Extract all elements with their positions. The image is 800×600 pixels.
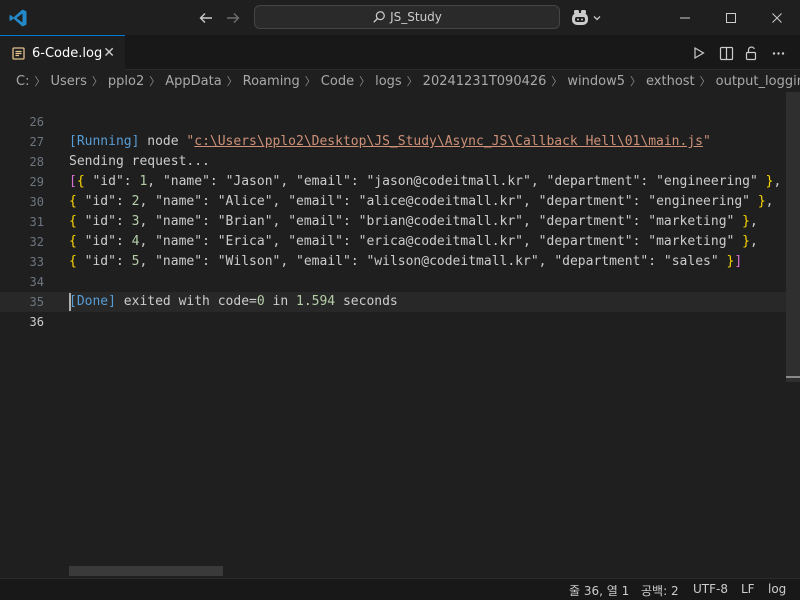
chevron-right-icon: 〉 xyxy=(91,75,103,88)
split-editor-icon[interactable] xyxy=(716,43,736,63)
end-of-line[interactable]: LF xyxy=(741,582,755,596)
breadcrumb: C: 〉 Users 〉 pplo2 〉 AppData 〉 Roaming 〉 Code… xyxy=(0,70,800,92)
breadcrumb-item[interactable]: AppData xyxy=(165,74,221,89)
chevron-right-icon: 〉 xyxy=(551,75,563,88)
vscode-logo-icon[interactable] xyxy=(8,8,28,28)
close-icon[interactable]: ✕ xyxy=(103,45,115,61)
tab-6-code-log[interactable]: 6-Code.log ✕ xyxy=(0,35,125,70)
tab-label: 6-Code.log xyxy=(32,45,103,61)
indentation[interactable]: 공백: 2 xyxy=(641,582,679,599)
arrow-right-icon[interactable] xyxy=(224,9,242,27)
unlock-icon[interactable] xyxy=(741,43,761,63)
code-line: 26 [Running] node "c:\Users\pplo2\Deskto… xyxy=(0,92,800,149)
copilot-icon[interactable] xyxy=(570,8,604,28)
chevron-right-icon: 〉 xyxy=(149,75,161,88)
code-line: 36 xyxy=(0,292,800,329)
command-center-search[interactable]: JS_Study xyxy=(254,5,560,29)
more-icon[interactable] xyxy=(768,43,788,63)
editor-area[interactable]: 26 [Running] node "c:\Users\pplo2\Deskto… xyxy=(0,92,800,578)
code-line: 30 { "id": 3, "name": "Brian", "email": … xyxy=(0,172,800,229)
breadcrumb-item[interactable]: C: xyxy=(16,74,29,89)
chevron-right-icon: 〉 xyxy=(406,75,418,88)
chevron-right-icon: 〉 xyxy=(34,75,46,88)
scrollbar-thumb[interactable] xyxy=(786,92,800,382)
chevron-down-icon xyxy=(593,16,601,21)
breadcrumb-item[interactable]: pplo2 xyxy=(108,74,144,89)
code-line: 29 { "id": 2, "name": "Alice", "email": … xyxy=(0,152,800,209)
maximize-button[interactable] xyxy=(708,0,754,35)
vertical-scrollbar[interactable] xyxy=(786,92,800,578)
log-file-icon xyxy=(12,46,25,60)
code-line: 31 { "id": 4, "name": "Erica", "email": … xyxy=(0,192,800,249)
run-icon[interactable] xyxy=(689,43,709,63)
search-icon xyxy=(373,11,385,23)
code-line: 28 [{ "id": 1, "name": "Jason", "email":… xyxy=(0,132,800,189)
breadcrumb-item[interactable]: 20241231T090426 xyxy=(423,74,547,89)
search-label: JS_Study xyxy=(390,10,442,24)
breadcrumb-item[interactable]: Code xyxy=(321,74,354,89)
text-cursor xyxy=(69,293,71,311)
minimize-button[interactable] xyxy=(662,0,708,35)
breadcrumb-item[interactable]: Roaming xyxy=(243,74,300,89)
chevron-right-icon: 〉 xyxy=(359,75,371,88)
close-window-button[interactable] xyxy=(754,0,800,35)
line-number: 36 xyxy=(29,315,44,329)
breadcrumb-item[interactable]: Users xyxy=(50,74,86,89)
breadcrumb-item[interactable]: window5 xyxy=(567,74,625,89)
breadcrumb-item[interactable]: exthost xyxy=(646,74,695,89)
code-line: 27 Sending request... xyxy=(0,112,800,169)
chevron-right-icon: 〉 xyxy=(226,75,238,88)
title-bar: JS_Study xyxy=(0,0,800,35)
horizontal-scrollbar[interactable] xyxy=(69,566,223,576)
cursor-position-marker xyxy=(786,376,800,378)
language-mode[interactable]: log xyxy=(768,582,786,596)
tab-bar: 6-Code.log ✕ xyxy=(0,35,800,70)
code-line: 34 [Done] exited with code=0 in 1.594 se… xyxy=(0,252,800,309)
arrow-left-icon[interactable] xyxy=(197,9,215,27)
chevron-right-icon: 〉 xyxy=(304,75,316,88)
code-line: 35 xyxy=(0,272,800,309)
status-bar: 줄 36, 열 1 공백: 2 UTF-8 LF log xyxy=(0,578,800,600)
breadcrumb-item[interactable]: output_logging_20241231T151158 xyxy=(716,74,800,89)
encoding[interactable]: UTF-8 xyxy=(693,582,728,596)
code-line: 33 xyxy=(0,232,800,269)
breadcrumb-item[interactable]: logs xyxy=(375,74,402,89)
code-line: 32 { "id": 5, "name": "Wilson", "email":… xyxy=(0,212,800,269)
chevron-right-icon: 〉 xyxy=(699,75,711,88)
chevron-right-icon: 〉 xyxy=(630,75,642,88)
cursor-position[interactable]: 줄 36, 열 1 xyxy=(569,582,629,599)
